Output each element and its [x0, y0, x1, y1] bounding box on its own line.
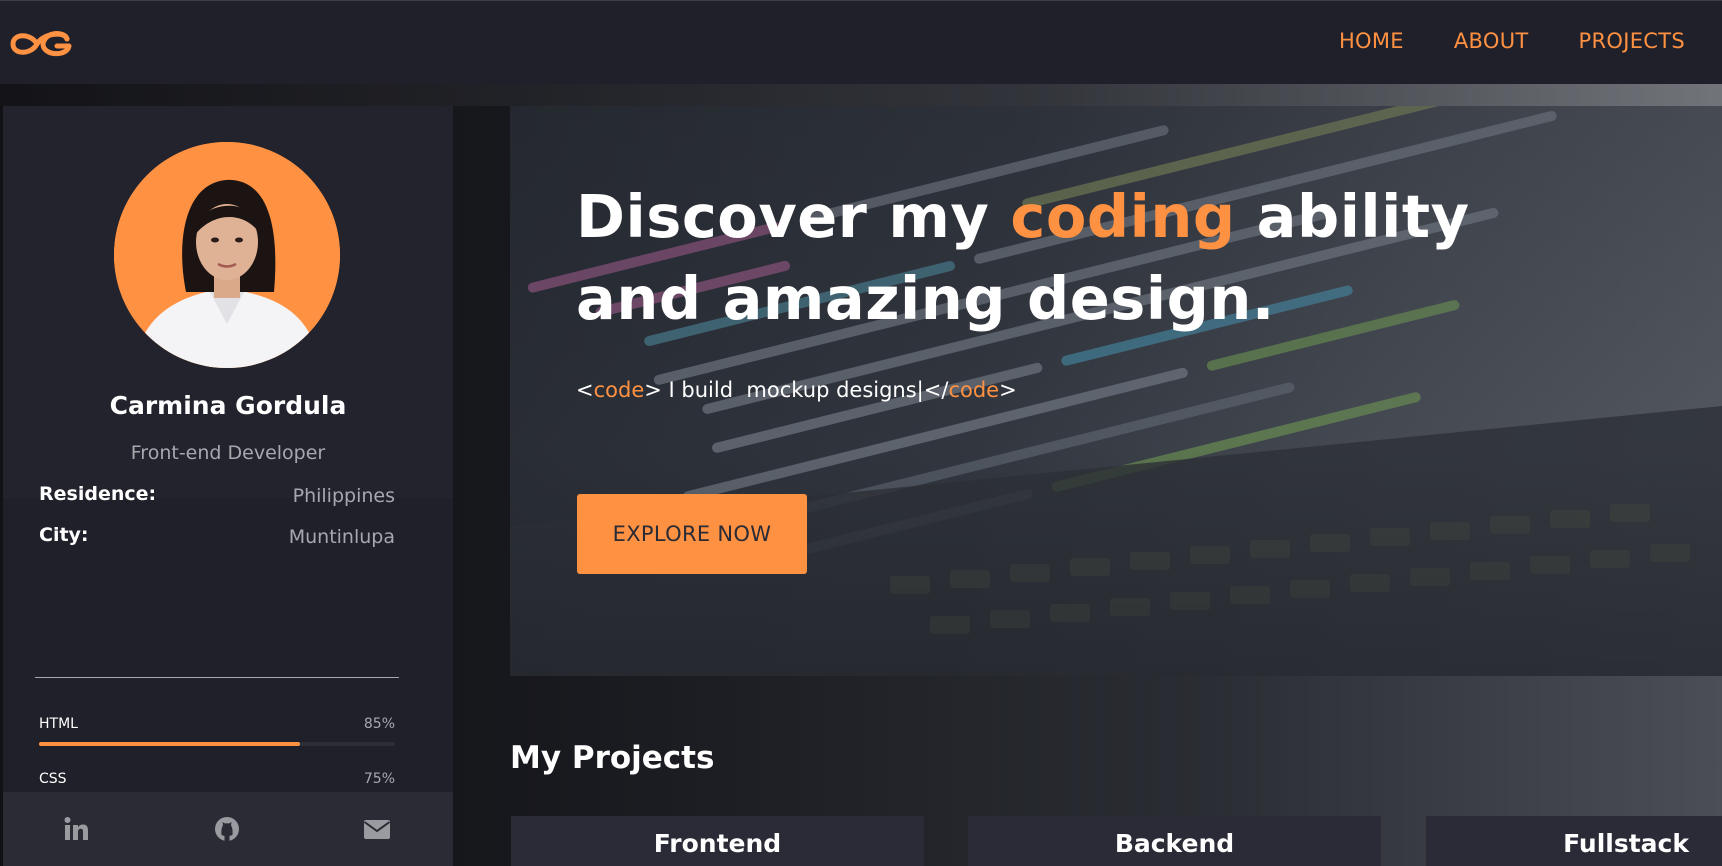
skill-name: HTML: [39, 716, 78, 732]
main-nav: HOME ABOUT PROJECTS: [1339, 29, 1685, 53]
subtitle-text: > I build mockup designs|</: [644, 378, 949, 402]
github-icon: [215, 817, 239, 841]
info-value: Muntinlupa: [288, 526, 395, 548]
info-row-residence: Residence: Philippines: [39, 483, 395, 513]
profile-photo: [114, 142, 340, 368]
avatar: [114, 142, 340, 368]
nav-about[interactable]: ABOUT: [1454, 29, 1529, 53]
headline-text: Discover my: [576, 182, 1011, 251]
project-card-fullstack[interactable]: Fullstack: [1426, 816, 1722, 866]
headline-text: ability: [1235, 182, 1470, 251]
hero-banner: Discover my coding ability and amazing d…: [510, 106, 1722, 676]
subtitle-bracket: <: [576, 378, 594, 402]
info-label: City:: [39, 524, 89, 546]
profile-name: Carmina Gordula: [109, 391, 347, 420]
linkedin-icon: [64, 817, 88, 840]
profile-sidebar: Carmina Gordula Front-end Developer Resi…: [3, 106, 453, 866]
envelope-icon: [363, 820, 391, 839]
subtitle-code-tag: code: [948, 378, 1000, 402]
profile-role: Front-end Developer: [130, 442, 326, 464]
project-card-backend[interactable]: Backend: [968, 816, 1381, 866]
headline-accent: coding: [1010, 182, 1236, 251]
subtitle-bracket: >: [999, 378, 1017, 402]
info-row-city: City: Muntinlupa: [39, 524, 395, 554]
logo-mark-icon: [10, 31, 72, 57]
info-value: Philippines: [292, 485, 395, 507]
top-navbar: HOME ABOUT PROJECTS: [0, 0, 1722, 84]
email-link[interactable]: [362, 814, 392, 844]
skill-track: [39, 742, 395, 746]
github-link[interactable]: [212, 814, 242, 844]
typing-subtitle: <code> I build mockup designs|</code>: [576, 378, 1017, 402]
explore-now-button[interactable]: EXPLORE NOW: [577, 494, 807, 574]
sidebar-divider: [35, 677, 399, 678]
info-label: Residence:: [39, 483, 157, 505]
linkedin-link[interactable]: [61, 814, 91, 844]
nav-projects[interactable]: PROJECTS: [1579, 29, 1685, 53]
social-links-bar: [3, 792, 453, 866]
projects-heading: My Projects: [510, 740, 715, 776]
headline-line2: and amazing design.: [576, 264, 1275, 333]
profile-header: Carmina Gordula Front-end Developer: [3, 106, 453, 498]
skill-name: CSS: [39, 771, 67, 787]
hero-headline: Discover my coding ability and amazing d…: [576, 176, 1476, 340]
nav-home[interactable]: HOME: [1339, 29, 1404, 53]
skill-percent: 75%: [363, 771, 395, 787]
skill-percent: 85%: [363, 716, 395, 732]
cg-logo[interactable]: [7, 25, 75, 63]
skill-bar-fill: [39, 742, 301, 746]
subtitle-code-tag: code: [593, 378, 645, 402]
project-card-frontend[interactable]: Frontend: [511, 816, 924, 866]
